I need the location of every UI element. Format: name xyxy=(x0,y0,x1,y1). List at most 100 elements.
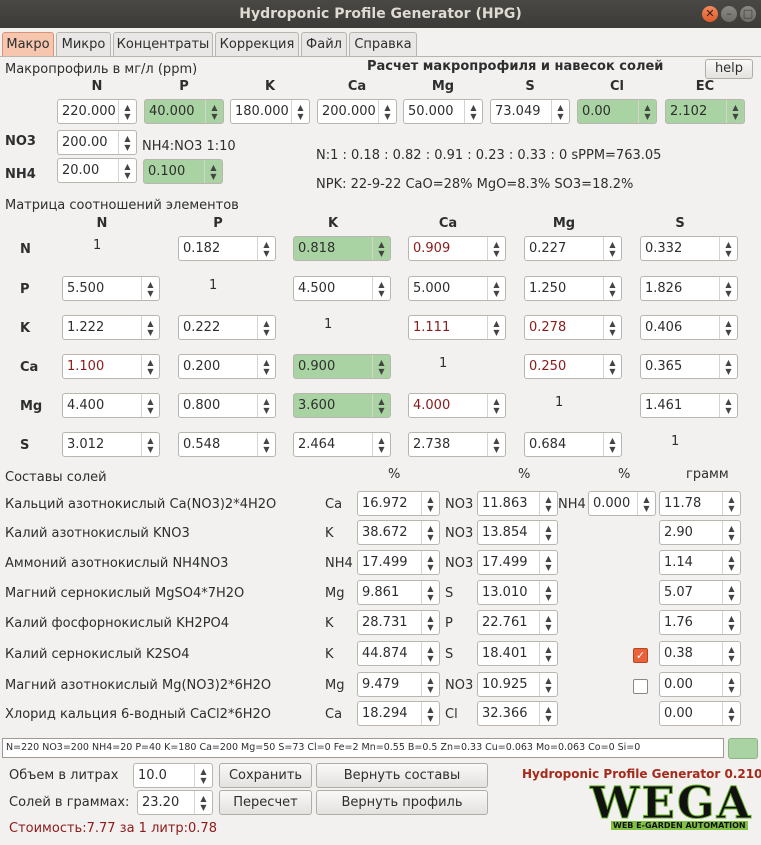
salt-pct-2[interactable]: 32.366 ▲ ▼ xyxy=(477,701,558,726)
spin-arrows-icon[interactable]: ▲ ▼ xyxy=(421,642,439,665)
salt-pct-2[interactable]: 11.863 ▲ ▼ xyxy=(477,491,558,516)
salt-pct-1[interactable]: 17.499 ▲ ▼ xyxy=(357,550,440,575)
matrix-cell[interactable]: 5.000 ▲ ▼ xyxy=(408,276,506,301)
spin-arrows-icon[interactable]: ▲ ▼ xyxy=(421,551,439,574)
salt-pct-2[interactable]: 10.925 ▲ ▼ xyxy=(477,672,558,697)
spin-arrows-icon[interactable]: ▲ ▼ xyxy=(194,791,212,814)
salts-grams-input[interactable]: 23.20 ▲ ▼ xyxy=(137,790,213,815)
macro-input-3[interactable]: 200.000 ▲ ▼ xyxy=(317,99,397,124)
macro-input-1[interactable]: 40.000 ▲ ▼ xyxy=(144,99,224,124)
salt-pct-2[interactable]: 13.854 ▲ ▼ xyxy=(477,520,558,545)
salt-pct-1[interactable]: 18.294 ▲ ▼ xyxy=(357,701,440,726)
macro-input-5[interactable]: 73.049 ▲ ▼ xyxy=(490,99,570,124)
spin-arrows-icon[interactable]: ▲ ▼ xyxy=(719,316,737,339)
spin-arrows-icon[interactable]: ▲ ▼ xyxy=(257,394,275,417)
salt-pct-1[interactable]: 16.972 ▲ ▼ xyxy=(357,491,440,516)
matrix-cell[interactable]: 5.500 ▲ ▼ xyxy=(62,276,160,301)
matrix-cell[interactable]: 3.012 ▲ ▼ xyxy=(62,432,160,457)
spin-arrows-icon[interactable]: ▲ ▼ xyxy=(487,237,505,260)
minimize-icon[interactable]: – xyxy=(721,6,737,22)
spin-arrows-icon[interactable]: ▲ ▼ xyxy=(551,100,569,123)
matrix-cell[interactable]: 0.227 ▲ ▼ xyxy=(524,236,622,261)
spin-arrows-icon[interactable]: ▲ ▼ xyxy=(722,521,740,544)
save-button[interactable]: Сохранить xyxy=(219,763,312,788)
spin-arrows-icon[interactable]: ▲ ▼ xyxy=(378,100,396,123)
spin-arrows-icon[interactable]: ▲ ▼ xyxy=(257,355,275,378)
tab-micro[interactable]: Микро xyxy=(56,32,111,56)
matrix-cell[interactable]: 0.222 ▲ ▼ xyxy=(178,315,276,340)
tab-macro[interactable]: Макро xyxy=(2,32,54,56)
matrix-cell[interactable]: 1.222 ▲ ▼ xyxy=(62,315,160,340)
matrix-cell[interactable]: 0.684 ▲ ▼ xyxy=(524,432,622,457)
spin-arrows-icon[interactable]: ▲ ▼ xyxy=(539,642,557,665)
spin-arrows-icon[interactable]: ▲ ▼ xyxy=(257,433,275,456)
spin-arrows-icon[interactable]: ▲ ▼ xyxy=(539,702,557,725)
spin-arrows-icon[interactable]: ▲ ▼ xyxy=(539,551,557,574)
salt-pct-2[interactable]: 22.761 ▲ ▼ xyxy=(477,610,558,635)
spin-arrows-icon[interactable]: ▲ ▼ xyxy=(487,433,505,456)
spin-arrows-icon[interactable]: ▲ ▼ xyxy=(638,100,656,123)
spin-arrows-icon[interactable]: ▲ ▼ xyxy=(603,277,621,300)
tab-concentrates[interactable]: Концентраты xyxy=(113,32,213,56)
checkbox[interactable] xyxy=(633,679,648,694)
spin-arrows-icon[interactable]: ▲ ▼ xyxy=(141,394,159,417)
spin-arrows-icon[interactable]: ▲ ▼ xyxy=(291,100,309,123)
spin-arrows-icon[interactable]: ▲ ▼ xyxy=(194,764,212,787)
spin-arrows-icon[interactable]: ▲ ▼ xyxy=(719,394,737,417)
spin-arrows-icon[interactable]: ▲ ▼ xyxy=(603,433,621,456)
salt-grams[interactable]: 0.38 ▲ ▼ xyxy=(659,641,741,666)
spin-arrows-icon[interactable]: ▲ ▼ xyxy=(539,492,557,515)
salt-pct-2[interactable]: 18.401 ▲ ▼ xyxy=(477,641,558,666)
matrix-cell[interactable]: 3.600 ▲ ▼ xyxy=(293,393,391,418)
maximize-icon[interactable]: □ xyxy=(740,6,756,22)
spin-arrows-icon[interactable]: ▲ ▼ xyxy=(257,237,275,260)
spin-arrows-icon[interactable]: ▲ ▼ xyxy=(464,100,482,123)
spin-arrows-icon[interactable]: ▲ ▼ xyxy=(421,521,439,544)
matrix-cell[interactable]: 0.406 ▲ ▼ xyxy=(640,315,738,340)
spin-arrows-icon[interactable]: ▲ ▼ xyxy=(487,316,505,339)
matrix-cell[interactable]: 2.464 ▲ ▼ xyxy=(293,432,391,457)
spin-arrows-icon[interactable]: ▲ ▼ xyxy=(726,100,744,123)
salt-pct-1[interactable]: 28.731 ▲ ▼ xyxy=(357,610,440,635)
matrix-cell[interactable]: 0.365 ▲ ▼ xyxy=(640,354,738,379)
spin-arrows-icon[interactable]: ▲ ▼ xyxy=(372,237,390,260)
spin-arrows-icon[interactable]: ▲ ▼ xyxy=(722,673,740,696)
spin-arrows-icon[interactable]: ▲ ▼ xyxy=(141,355,159,378)
matrix-cell[interactable]: 0.800 ▲ ▼ xyxy=(178,393,276,418)
restore-compositions-button[interactable]: Вернуть составы xyxy=(316,763,488,788)
macro-input-4[interactable]: 50.000 ▲ ▼ xyxy=(403,99,483,124)
spin-arrows-icon[interactable]: ▲ ▼ xyxy=(421,492,439,515)
salt-grams[interactable]: 2.90 ▲ ▼ xyxy=(659,520,741,545)
recalc-button[interactable]: Пересчет xyxy=(219,790,312,815)
spin-arrows-icon[interactable]: ▲ ▼ xyxy=(719,355,737,378)
matrix-cell[interactable]: 4.000 ▲ ▼ xyxy=(408,393,506,418)
macro-input-2[interactable]: 180.000 ▲ ▼ xyxy=(230,99,310,124)
salt-pct-1[interactable]: 9.861 ▲ ▼ xyxy=(357,580,440,605)
spin-arrows-icon[interactable]: ▲ ▼ xyxy=(141,277,159,300)
spin-arrows-icon[interactable]: ▲ ▼ xyxy=(722,702,740,725)
macro-input-6[interactable]: 0.00 ▲ ▼ xyxy=(577,99,657,124)
matrix-cell[interactable]: 0.909 ▲ ▼ xyxy=(408,236,506,261)
spin-arrows-icon[interactable]: ▲ ▼ xyxy=(141,316,159,339)
spin-arrows-icon[interactable]: ▲ ▼ xyxy=(722,642,740,665)
spin-arrows-icon[interactable]: ▲ ▼ xyxy=(603,316,621,339)
salt-pct-2[interactable]: 17.499 ▲ ▼ xyxy=(477,550,558,575)
matrix-cell[interactable]: 0.182 ▲ ▼ xyxy=(178,236,276,261)
spin-arrows-icon[interactable]: ▲ ▼ xyxy=(372,277,390,300)
salt-pct-3[interactable]: 0.000 ▲ ▼ xyxy=(588,491,656,516)
spin-arrows-icon[interactable]: ▲ ▼ xyxy=(719,277,737,300)
salt-grams[interactable]: 1.14 ▲ ▼ xyxy=(659,550,741,575)
spin-arrows-icon[interactable]: ▲ ▼ xyxy=(722,551,740,574)
spin-arrows-icon[interactable]: ▲ ▼ xyxy=(421,673,439,696)
checkbox-checked[interactable]: ✓ xyxy=(633,648,648,663)
spin-arrows-icon[interactable]: ▲ ▼ xyxy=(118,100,136,123)
volume-input[interactable]: 10.0 ▲ ▼ xyxy=(133,763,213,788)
salt-grams[interactable]: 11.78 ▲ ▼ xyxy=(659,491,741,516)
matrix-cell[interactable]: 0.250 ▲ ▼ xyxy=(524,354,622,379)
spin-arrows-icon[interactable]: ▲ ▼ xyxy=(539,581,557,604)
spin-arrows-icon[interactable]: ▲ ▼ xyxy=(539,521,557,544)
matrix-cell[interactable]: 1.100 ▲ ▼ xyxy=(62,354,160,379)
matrix-cell[interactable]: 0.548 ▲ ▼ xyxy=(178,432,276,457)
macro-input-7[interactable]: 2.102 ▲ ▼ xyxy=(665,99,745,124)
tab-correction[interactable]: Коррекция xyxy=(215,32,299,56)
